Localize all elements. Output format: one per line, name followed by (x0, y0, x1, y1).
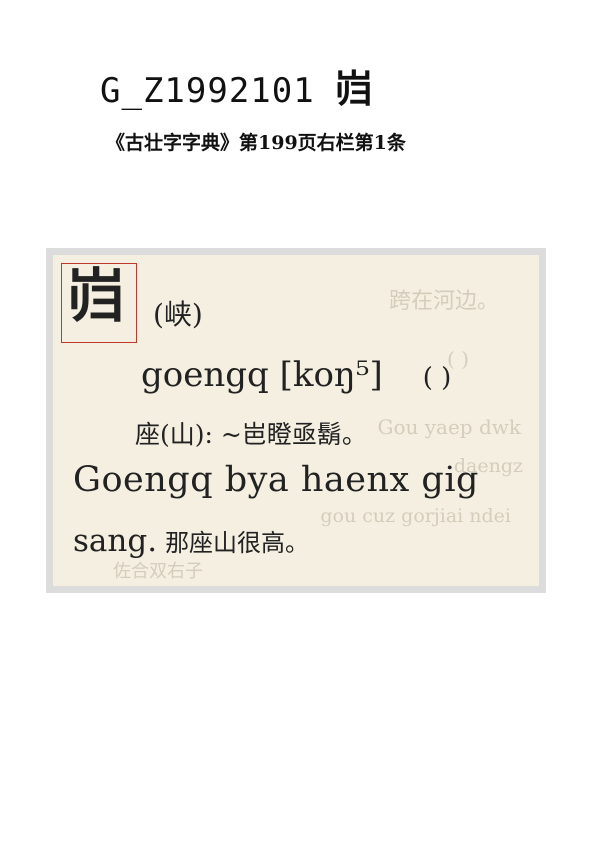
example-sentence-line-2: sang. 那座山很高。 (73, 523, 309, 559)
pronunciation-text: goengq [koŋ⁵] (141, 355, 383, 395)
bleed-text: gou cuz gorjiai ndei (320, 505, 511, 527)
document-code: G_Z1992101 岿 (100, 58, 374, 113)
example-latin: sang. (73, 523, 158, 559)
bleed-text: 佐合双右子 (113, 561, 203, 582)
variant-form: (峡) (153, 298, 203, 331)
header-glyph: 岿 (334, 67, 374, 111)
entry-character: 岿 (67, 262, 126, 330)
definition: 座(山): ~岜瞪亟鬍。 (135, 420, 367, 449)
scan-page: 跨在河边。 ( ) Gou yaep dwk daengz gou cuz go… (53, 255, 539, 586)
code-text: G_Z1992101 (100, 71, 315, 111)
pronunciation-extra: ( ) (422, 363, 452, 393)
pronunciation: goengq [koŋ⁵] ( ) (141, 355, 451, 395)
scanned-entry-image: 跨在河边。 ( ) Gou yaep dwk daengz gou cuz go… (46, 248, 546, 593)
bleed-text: 跨在河边。 (388, 289, 499, 314)
bleed-text: Gou yaep dwk (377, 415, 521, 439)
source-citation: 《古壮字字典》第199页右栏第1条 (106, 132, 406, 154)
example-sentence-line-1: Goengq bya haenx gig (73, 460, 479, 500)
example-translation: 那座山很高。 (165, 529, 310, 557)
